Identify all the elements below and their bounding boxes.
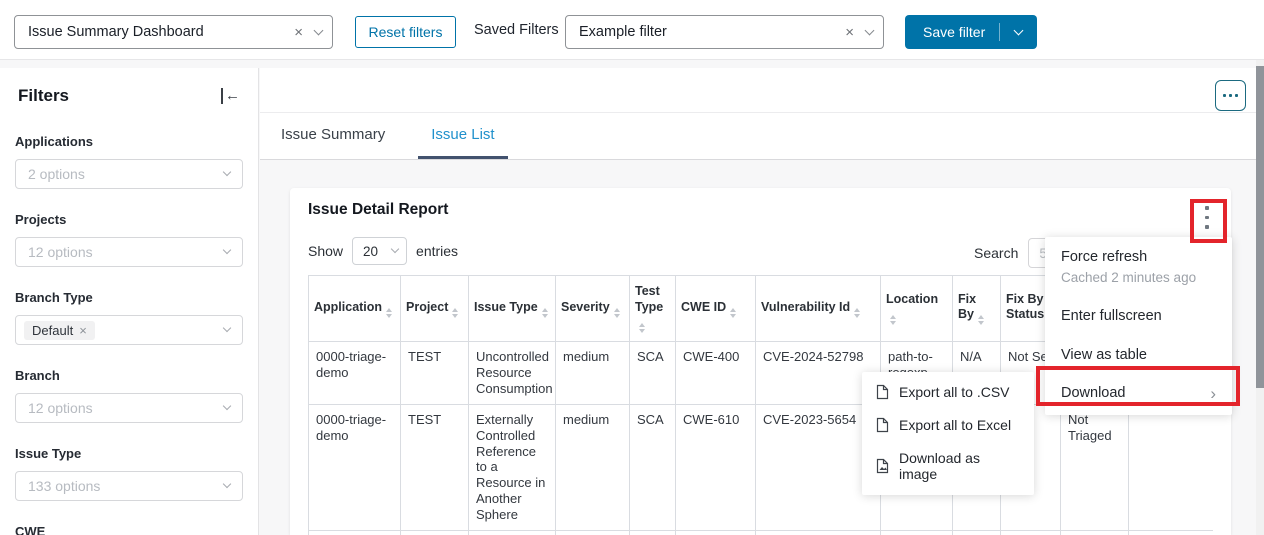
save-filter-label: Save filter: [905, 24, 999, 40]
col-fix-by[interactable]: Fix By: [953, 276, 1001, 342]
table-row[interactable]: 0000-triage-demo TEST 2 Uncontrolled Res…: [309, 530, 1214, 535]
chevron-right-icon: ›: [1210, 388, 1216, 400]
sort-icon[interactable]: [614, 308, 620, 318]
tab-bar: Issue Summary Issue List: [260, 113, 1264, 160]
saved-filter-select[interactable]: Example filter ×: [565, 15, 884, 49]
sort-icon[interactable]: [639, 323, 645, 333]
entries-select[interactable]: 20: [352, 237, 407, 265]
chevron-down-icon[interactable]: [865, 25, 875, 35]
dashboard-select[interactable]: Issue Summary Dashboard ×: [14, 15, 333, 49]
save-filter-button[interactable]: Save filter: [905, 15, 1037, 49]
scrollbar[interactable]: [1256, 60, 1264, 535]
projects-label: Projects: [15, 212, 243, 227]
col-project[interactable]: Project: [401, 276, 469, 342]
cwe-label: CWE: [15, 524, 243, 535]
chevron-down-icon: [223, 402, 231, 410]
tab-issue-summary[interactable]: Issue Summary: [281, 113, 385, 159]
collapse-sidebar-icon[interactable]: ←: [221, 88, 240, 104]
dashboard-select-value: Issue Summary Dashboard: [28, 24, 294, 40]
chevron-down-icon[interactable]: [314, 25, 324, 35]
col-vulnerability-id[interactable]: Vulnerability Id: [756, 276, 881, 342]
kebab-menu-icon[interactable]: [1205, 206, 1209, 229]
clear-icon[interactable]: ×: [294, 24, 303, 41]
col-cwe-id[interactable]: CWE ID: [676, 276, 756, 342]
branch-type-tag: Default×: [24, 321, 95, 340]
dashboard-options-button[interactable]: [1215, 80, 1246, 111]
sort-icon[interactable]: [978, 315, 984, 325]
applications-select[interactable]: 2 options: [15, 159, 243, 189]
col-issue-type[interactable]: Issue Type: [469, 276, 556, 342]
clear-icon[interactable]: ×: [845, 24, 854, 41]
show-label: Show: [308, 243, 343, 259]
menu-cached-status: Cached 2 minutes ago: [1045, 268, 1232, 296]
menu-item-force-refresh[interactable]: Force refresh: [1045, 241, 1232, 268]
chevron-down-icon: [391, 245, 399, 253]
entries-label: entries: [416, 243, 458, 259]
ellipsis-icon: [1223, 94, 1226, 97]
col-test-type[interactable]: Test Type: [630, 276, 676, 342]
applications-label: Applications: [15, 134, 243, 149]
branch-type-label: Branch Type: [15, 290, 243, 305]
chevron-down-icon: [1014, 25, 1024, 35]
chevron-down-icon: [223, 168, 231, 176]
projects-select[interactable]: 12 options: [15, 237, 243, 267]
scrollbar-thumb[interactable]: [1256, 66, 1264, 388]
issue-type-select[interactable]: 133 options: [15, 471, 243, 501]
save-filter-dropdown[interactable]: [1000, 31, 1037, 34]
chevron-down-icon: [223, 324, 231, 332]
saved-filter-select-value: Example filter: [579, 24, 845, 40]
menu-item-download[interactable]: Download ›: [1045, 375, 1232, 414]
chevron-down-icon: [223, 480, 231, 488]
card-title: Issue Detail Report: [308, 201, 448, 219]
submenu-item-export-csv[interactable]: Export all to .CSV: [862, 376, 1034, 409]
submenu-item-export-excel[interactable]: Export all to Excel: [862, 409, 1034, 442]
file-icon: [876, 384, 889, 400]
search-label: Search: [974, 245, 1018, 261]
dashboard-header: [260, 68, 1264, 113]
reset-filters-button[interactable]: Reset filters: [355, 16, 456, 48]
table-row[interactable]: 0000-triage-demo TEST Externally Control…: [309, 404, 1214, 530]
menu-item-view-as-table[interactable]: View as table: [1045, 336, 1232, 375]
filters-sidebar: Filters ← Applications 2 options Project…: [0, 68, 259, 535]
tab-issue-list[interactable]: Issue List: [418, 113, 507, 159]
sort-icon[interactable]: [542, 308, 548, 318]
filters-title: Filters: [18, 86, 69, 106]
col-application[interactable]: Application: [309, 276, 401, 342]
submenu-item-download-image[interactable]: Download as image: [862, 442, 1034, 492]
issue-type-label: Issue Type: [15, 446, 243, 461]
sort-icon[interactable]: [854, 308, 860, 318]
file-icon: [876, 417, 889, 433]
remove-tag-icon[interactable]: ×: [79, 323, 87, 338]
download-submenu: Export all to .CSV Export all to Excel D…: [862, 372, 1034, 495]
chevron-down-icon: [223, 246, 231, 254]
menu-item-enter-fullscreen[interactable]: Enter fullscreen: [1045, 297, 1232, 336]
branch-label: Branch: [15, 368, 243, 383]
branch-type-select[interactable]: Default×: [15, 315, 243, 345]
top-bar: Issue Summary Dashboard × Reset filters …: [0, 0, 1264, 60]
sort-icon[interactable]: [890, 315, 896, 325]
sort-icon[interactable]: [452, 308, 458, 318]
sort-icon[interactable]: [730, 308, 736, 318]
col-severity[interactable]: Severity: [556, 276, 630, 342]
file-image-icon: [876, 458, 889, 474]
branch-select[interactable]: 12 options: [15, 393, 243, 423]
sort-icon[interactable]: [386, 308, 392, 318]
col-location[interactable]: Location: [881, 276, 953, 342]
card-options-menu: Force refresh Cached 2 minutes ago Enter…: [1045, 237, 1232, 415]
saved-filters-label: Saved Filters: [474, 22, 559, 38]
